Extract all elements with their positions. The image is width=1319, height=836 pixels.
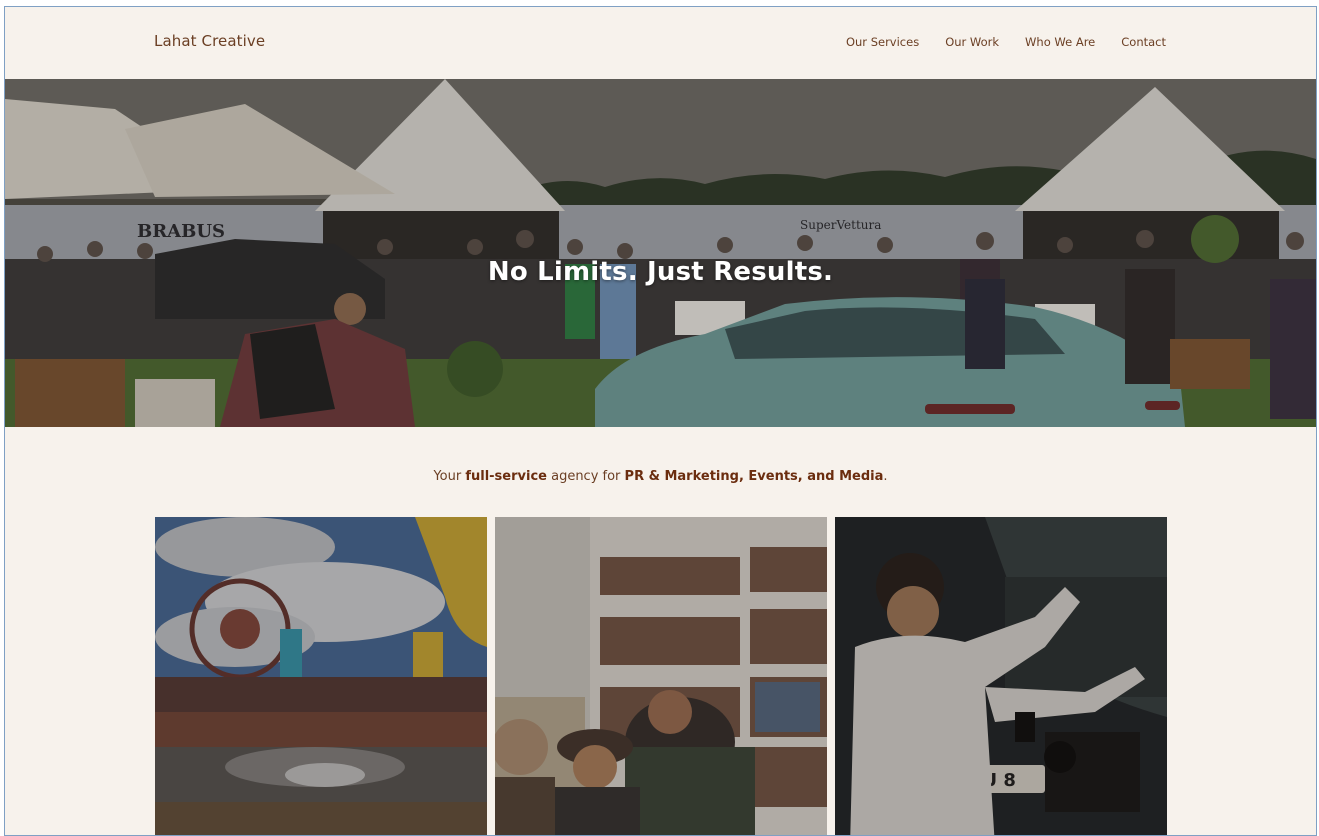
- tagline-suffix: .: [883, 469, 888, 484]
- nav-our-services[interactable]: Our Services: [846, 35, 919, 49]
- hero-banner: BRABUS SuperVettura No Limits. Just Resu…: [5, 79, 1316, 427]
- card-shade: [155, 517, 487, 835]
- service-card-pr-marketing[interactable]: [495, 517, 827, 835]
- site-header: Lahat Creative Our Services Our Work Who…: [5, 7, 1316, 79]
- nav-contact[interactable]: Contact: [1121, 35, 1166, 49]
- nav-our-work[interactable]: Our Work: [945, 35, 999, 49]
- service-card-events[interactable]: [155, 517, 487, 835]
- tagline: Your full-service agency for PR & Market…: [5, 469, 1316, 484]
- tagline-strong-service: full-service: [465, 469, 547, 484]
- card-shade: [495, 517, 827, 835]
- hero-title: No Limits. Just Results.: [487, 257, 834, 287]
- main-nav: Our Services Our Work Who We Are Contact: [820, 35, 1166, 49]
- service-card-media[interactable]: ECU 8: [835, 517, 1167, 835]
- nav-who-we-are[interactable]: Who We Are: [1025, 35, 1095, 49]
- tagline-strong-offerings: PR & Marketing, Events, and Media: [624, 469, 884, 484]
- browser-viewport: Lahat Creative Our Services Our Work Who…: [4, 6, 1317, 836]
- card-shade: [835, 517, 1167, 835]
- tagline-prefix: Your: [433, 469, 466, 484]
- hero-overlay: [5, 79, 1316, 427]
- site-logo[interactable]: Lahat Creative: [154, 32, 265, 50]
- tagline-middle: agency for: [546, 469, 625, 484]
